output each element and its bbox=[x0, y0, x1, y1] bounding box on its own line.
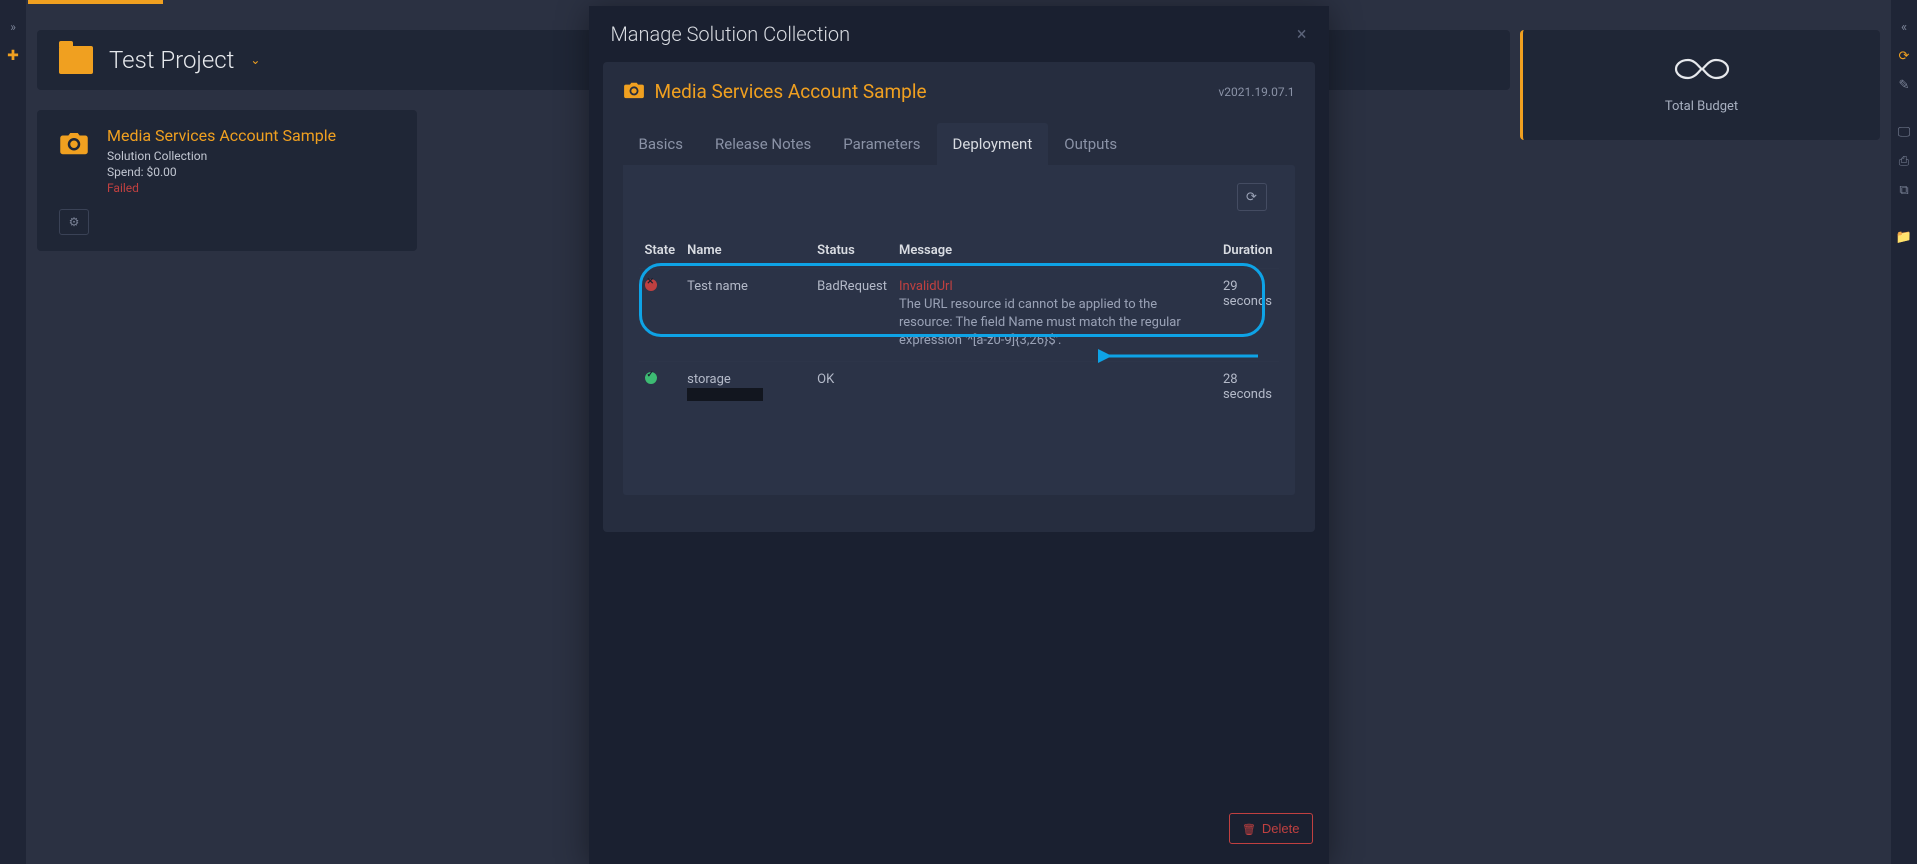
infinity-icon bbox=[1674, 56, 1730, 89]
modal-inner-card: Media Services Account Sample v2021.19.0… bbox=[603, 62, 1315, 532]
tab-parameters[interactable]: Parameters bbox=[827, 123, 936, 165]
version-label: v2021.19.07.1 bbox=[1218, 85, 1294, 99]
deployment-table: State Name Status Message Duration bbox=[639, 235, 1279, 412]
edit-rail-icon[interactable]: ✎ bbox=[1899, 78, 1910, 93]
topbar-accent bbox=[28, 0, 163, 4]
th-status: Status bbox=[811, 235, 893, 269]
message-body: The URL resource id cannot be applied to… bbox=[899, 296, 1211, 351]
camera-icon bbox=[623, 81, 645, 103]
th-message: Message bbox=[893, 235, 1217, 269]
close-icon[interactable]: × bbox=[1297, 24, 1307, 45]
tab-outputs[interactable]: Outputs bbox=[1048, 123, 1133, 165]
cell-message bbox=[893, 361, 1217, 412]
solution-title: Media Services Account Sample bbox=[107, 126, 336, 145]
cell-duration: 28 seconds bbox=[1217, 361, 1279, 412]
budget-panel: Total Budget bbox=[1520, 30, 1880, 140]
right-rail: « ⟳ ✎ 🖵 ⎙ ⧉ 📁 bbox=[1890, 0, 1917, 864]
refresh-rail-icon[interactable]: ⟳ bbox=[1899, 49, 1910, 64]
expand-rail-icon[interactable]: » bbox=[10, 20, 16, 34]
solution-card: Media Services Account Sample Solution C… bbox=[37, 110, 417, 251]
state-ok-icon bbox=[645, 372, 657, 384]
redacted-text bbox=[687, 388, 763, 401]
monitor-rail-icon[interactable]: 🖵 bbox=[1898, 125, 1911, 140]
tab-content-deployment: ⟳ State Name Status Message D bbox=[623, 165, 1295, 495]
cell-message: InvalidUrl The URL resource id cannot be… bbox=[893, 269, 1217, 362]
settings-button[interactable]: ⚙ bbox=[59, 209, 89, 235]
th-name: Name bbox=[681, 235, 811, 269]
left-rail: » ✚ bbox=[0, 0, 27, 864]
camera-icon bbox=[59, 126, 89, 195]
delete-label: Delete bbox=[1262, 821, 1300, 836]
solution-subtitle: Solution Collection bbox=[107, 149, 336, 163]
th-duration: Duration bbox=[1217, 235, 1279, 269]
message-error-title: InvalidUrl bbox=[899, 279, 1211, 294]
table-row: Test name BadRequest InvalidUrl The URL … bbox=[639, 269, 1279, 362]
solution-spend: Spend: $0.00 bbox=[107, 165, 336, 179]
cell-name: storage bbox=[681, 361, 811, 412]
tab-basics[interactable]: Basics bbox=[623, 123, 700, 165]
modal-footer: Delete bbox=[589, 803, 1329, 864]
modal: Manage Solution Collection × Media Servi… bbox=[589, 6, 1329, 864]
collapse-rail-icon[interactable]: « bbox=[1901, 20, 1907, 35]
solution-status: Failed bbox=[107, 181, 336, 195]
refresh-button[interactable]: ⟳ bbox=[1237, 183, 1267, 211]
folder-rail-icon[interactable]: 📁 bbox=[1896, 230, 1912, 245]
folder-icon bbox=[59, 46, 93, 74]
cell-status: BadRequest bbox=[811, 269, 893, 362]
modal-header: Manage Solution Collection × bbox=[589, 6, 1329, 62]
cell-status: OK bbox=[811, 361, 893, 412]
delete-button[interactable]: Delete bbox=[1229, 813, 1313, 844]
chevron-down-icon[interactable]: ⌄ bbox=[250, 53, 260, 67]
tab-bar: Basics Release Notes Parameters Deployme… bbox=[623, 123, 1295, 165]
th-state: State bbox=[639, 235, 682, 269]
gear-icon: ⚙ bbox=[69, 215, 80, 229]
modal-inner-title: Media Services Account Sample bbox=[655, 80, 927, 103]
refresh-icon: ⟳ bbox=[1246, 189, 1257, 205]
print-rail-icon[interactable]: ⎙ bbox=[1899, 154, 1909, 169]
tab-release-notes[interactable]: Release Notes bbox=[699, 123, 827, 165]
tab-deployment[interactable]: Deployment bbox=[937, 123, 1049, 165]
copy-rail-icon[interactable]: ⧉ bbox=[1899, 183, 1908, 198]
state-fail-icon bbox=[645, 279, 657, 291]
table-row: storage OK 28 seconds bbox=[639, 361, 1279, 412]
modal-title: Manage Solution Collection bbox=[611, 22, 851, 46]
cell-duration: 29 seconds bbox=[1217, 269, 1279, 362]
trash-icon bbox=[1242, 821, 1256, 836]
add-icon[interactable]: ✚ bbox=[7, 48, 19, 64]
project-title: Test Project bbox=[109, 46, 234, 74]
cell-name: Test name bbox=[681, 269, 811, 362]
budget-label: Total Budget bbox=[1665, 99, 1738, 114]
